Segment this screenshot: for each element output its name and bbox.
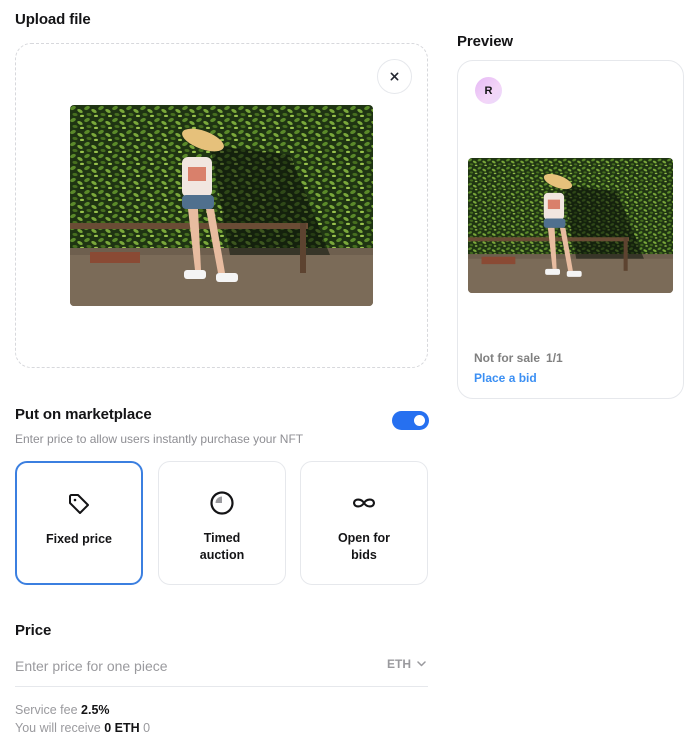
price-tag-icon — [66, 491, 92, 517]
close-icon — [390, 72, 399, 81]
receive-label: You will receive — [15, 721, 101, 735]
place-bid-link[interactable]: Place a bid — [474, 371, 537, 385]
edition-count: 1/1 — [546, 351, 563, 365]
toggle-knob — [414, 415, 425, 426]
preview-card: R Not for sale 1/1 Place a bid — [457, 60, 684, 399]
uploaded-image — [70, 105, 373, 306]
price-divider — [15, 686, 428, 687]
receive-value: 0 ETH — [104, 721, 140, 735]
sale-status: Not for sale 1/1 — [474, 351, 563, 365]
option-open-for-bids[interactable]: Open for bids — [300, 461, 428, 585]
creator-avatar: R — [475, 77, 502, 104]
option-timed-auction[interactable]: Timed auction — [158, 461, 286, 585]
remove-file-button[interactable] — [377, 59, 412, 94]
receive-fiat: 0 — [143, 721, 151, 735]
currency-value: ETH — [387, 657, 411, 671]
sale-status-text: Not for sale — [474, 351, 541, 365]
marketplace-title: Put on marketplace — [15, 406, 152, 423]
option-label: Open for bids — [337, 531, 391, 562]
marketplace-toggle[interactable] — [392, 411, 429, 430]
service-fee: Service fee 2.5% — [15, 703, 110, 717]
preview-title: Preview — [457, 33, 514, 50]
price-input[interactable] — [15, 655, 335, 677]
option-fixed-price[interactable]: Fixed price — [15, 461, 143, 585]
service-fee-value: 2.5% — [81, 703, 110, 717]
price-title: Price — [15, 622, 52, 639]
preview-image — [468, 158, 673, 293]
upload-dropzone[interactable] — [15, 43, 428, 368]
option-label: Timed auction — [199, 531, 245, 562]
currency-select[interactable]: ETH — [387, 657, 426, 671]
timer-icon — [209, 490, 235, 516]
option-label: Fixed price — [46, 532, 112, 546]
receive-amount: You will receive 0 ETH 0 — [15, 721, 150, 735]
upload-title: Upload file — [15, 11, 91, 28]
marketplace-description: Enter price to allow users instantly pur… — [15, 432, 304, 446]
chevron-down-icon — [417, 661, 426, 667]
infinity-icon — [351, 490, 377, 516]
service-fee-label: Service fee — [15, 703, 78, 717]
